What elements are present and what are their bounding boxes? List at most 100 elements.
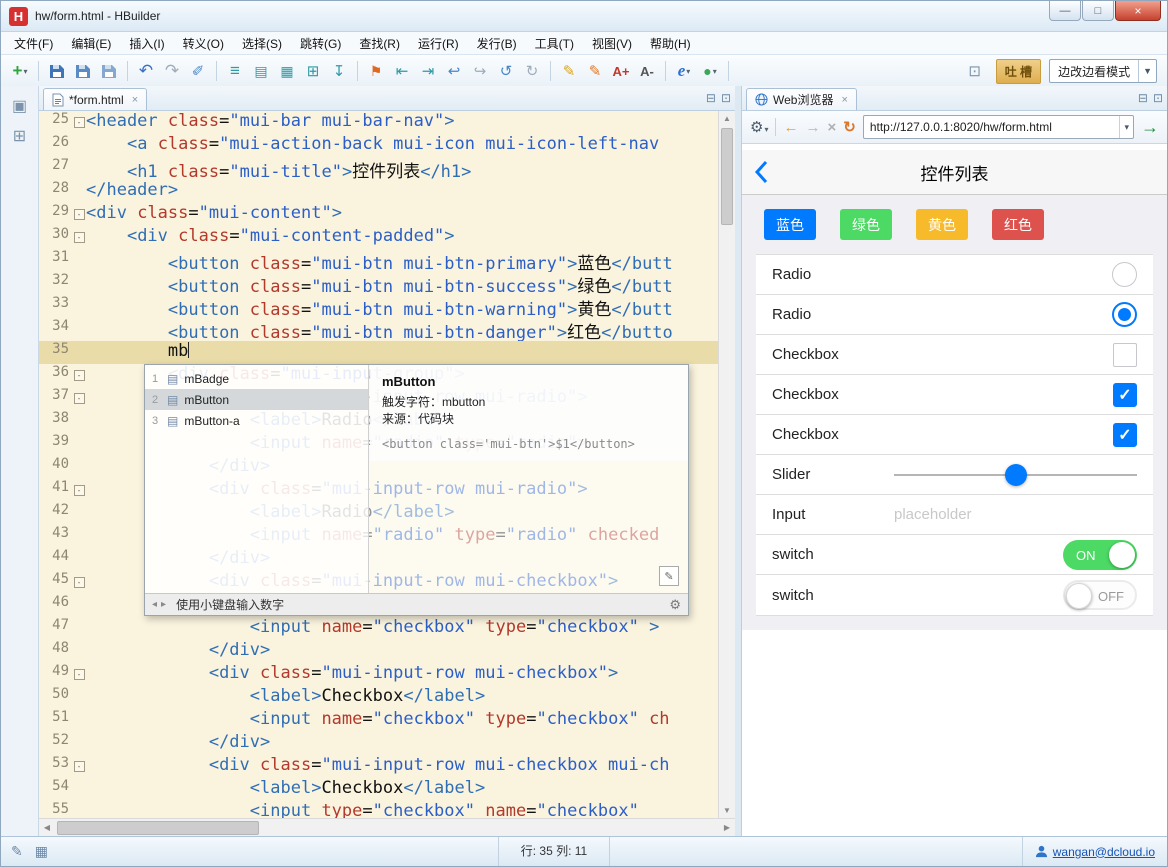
- tab-web-browser[interactable]: Web浏览器 ×: [746, 88, 857, 110]
- assist-next-icon[interactable]: ▸: [161, 599, 166, 610]
- font-decrease-button[interactable]: A-: [634, 59, 660, 83]
- scroll-up-icon[interactable]: ▲: [719, 111, 735, 126]
- radio-unchecked-control[interactable]: [1112, 262, 1137, 287]
- scroll-left-icon[interactable]: ◀: [39, 819, 55, 836]
- new-file-button[interactable]: +▾: [7, 59, 33, 83]
- url-dropdown-icon[interactable]: ▾: [1119, 116, 1133, 138]
- url-text[interactable]: http://127.0.0.1:8020/hw/form.html: [864, 120, 1120, 134]
- assist-settings-icon[interactable]: ⚙: [669, 597, 681, 613]
- maximize-panel-icon[interactable]: ⊡: [721, 91, 731, 105]
- color-button[interactable]: 红色: [992, 209, 1044, 240]
- menu-item[interactable]: 转义(O): [174, 33, 233, 54]
- account-link[interactable]: wangan@dcloud.io: [1022, 837, 1155, 866]
- menu-item[interactable]: 选择(S): [233, 33, 291, 54]
- reformat-button[interactable]: ✐: [185, 59, 211, 83]
- save-all-button[interactable]: [70, 59, 96, 83]
- code-line-text[interactable]: <div class="mui-input-row mui-checkbox m…: [86, 755, 718, 778]
- menu-item[interactable]: 编辑(E): [62, 33, 120, 54]
- chevron-down-icon[interactable]: ▾: [23, 67, 27, 76]
- chevron-down-icon[interactable]: ▾: [713, 67, 717, 76]
- code-line[interactable]: 54 <label>Checkbox</label>: [39, 778, 718, 801]
- assist-item[interactable]: 3▤mButton-a: [145, 410, 368, 431]
- status-note-icon[interactable]: ✎: [11, 843, 23, 860]
- code-line-text[interactable]: <div class="mui-input-row mui-checkbox">: [86, 663, 718, 686]
- fold-toggle-icon[interactable]: -: [72, 111, 86, 134]
- code-line[interactable]: 55 <input type="checkbox" name="checkbox…: [39, 801, 718, 818]
- scroll-right-icon[interactable]: ▶: [719, 819, 735, 836]
- code-line[interactable]: 35 mb: [39, 341, 718, 364]
- minimize-panel-icon[interactable]: ⊟: [1138, 91, 1148, 105]
- chevron-down-icon[interactable]: ▾: [686, 67, 690, 76]
- menu-item[interactable]: 帮助(H): [641, 33, 700, 54]
- code-line-text[interactable]: </div>: [86, 732, 718, 755]
- indent-decrease-button[interactable]: ⇤: [389, 59, 415, 83]
- browser-refresh-icon[interactable]: ↻: [843, 118, 856, 136]
- slider-control[interactable]: [894, 460, 1137, 490]
- assist-item[interactable]: 1▤mBadge: [145, 368, 368, 389]
- code-line-text[interactable]: <button class="mui-btn mui-btn-danger">红…: [86, 318, 718, 341]
- browser-go-icon[interactable]: →: [1141, 117, 1159, 138]
- text-input[interactable]: placeholder: [894, 506, 972, 524]
- page-back-icon[interactable]: [754, 160, 768, 189]
- panel-toggle-icon[interactable]: ▣: [12, 96, 27, 116]
- fold-toggle-icon[interactable]: -: [72, 226, 86, 249]
- save-as-button[interactable]: [96, 59, 122, 83]
- menu-item[interactable]: 视图(V): [583, 33, 641, 54]
- color-button[interactable]: 黄色: [916, 209, 968, 240]
- code-line-text[interactable]: <input type="checkbox" name="checkbox": [86, 801, 718, 818]
- checkbox-checked-control[interactable]: ✓: [1113, 383, 1137, 407]
- tooltip-panel-button[interactable]: ⊡: [962, 59, 988, 83]
- browser-settings-icon[interactable]: ⚙▾: [750, 118, 768, 136]
- fold-toggle-icon[interactable]: -: [72, 387, 86, 410]
- code-line-text[interactable]: <button class="mui-btn mui-btn-warning">…: [86, 295, 718, 318]
- insert-table-button[interactable]: ⊞: [300, 59, 326, 83]
- fold-toggle-icon[interactable]: -: [72, 364, 86, 387]
- code-line-text[interactable]: <button class="mui-btn mui-btn-primary">…: [86, 249, 718, 272]
- color-button[interactable]: 蓝色: [764, 209, 816, 240]
- code-line[interactable]: 27 <h1 class="mui-title">控件列表</h1>: [39, 157, 718, 180]
- code-line[interactable]: 34 <button class="mui-btn mui-btn-danger…: [39, 318, 718, 341]
- maximize-button[interactable]: □: [1082, 1, 1114, 21]
- maximize-panel-icon[interactable]: ⊡: [1153, 91, 1163, 105]
- browser-forward-icon[interactable]: →: [805, 119, 820, 136]
- code-line-text[interactable]: </header>: [86, 180, 718, 203]
- font-increase-button[interactable]: A+: [608, 59, 634, 83]
- chevron-down-icon[interactable]: ▼: [1138, 60, 1156, 82]
- edit-snippet-icon[interactable]: ✎: [659, 566, 679, 586]
- highlight-pen-button[interactable]: ✎: [556, 59, 582, 83]
- code-line[interactable]: 25-<header class="mui-bar mui-bar-nav">: [39, 111, 718, 134]
- code-line[interactable]: 50 <label>Checkbox</label>: [39, 686, 718, 709]
- code-line-text[interactable]: mb: [86, 341, 718, 364]
- color-pen-button[interactable]: ✎: [582, 59, 608, 83]
- editor-horizontal-scrollbar[interactable]: ◀ ▶: [39, 818, 735, 836]
- browser-back-icon[interactable]: ←: [783, 119, 798, 136]
- menu-item[interactable]: 工具(T): [526, 33, 583, 54]
- nav-forward-button[interactable]: ↪: [467, 59, 493, 83]
- menu-item[interactable]: 跳转(G): [291, 33, 350, 54]
- tab-close-icon[interactable]: ×: [132, 94, 138, 106]
- undo-button[interactable]: ↶: [133, 59, 159, 83]
- minimize-panel-icon[interactable]: ⊟: [706, 91, 716, 105]
- code-line[interactable]: 49- <div class="mui-input-row mui-checkb…: [39, 663, 718, 686]
- code-line[interactable]: 52 </div>: [39, 732, 718, 755]
- menu-item[interactable]: 发行(B): [468, 33, 526, 54]
- code-line[interactable]: 33 <button class="mui-btn mui-btn-warnin…: [39, 295, 718, 318]
- code-line-text[interactable]: <h1 class="mui-title">控件列表</h1>: [86, 157, 718, 180]
- menu-item[interactable]: 文件(F): [5, 33, 62, 54]
- scroll-down-icon[interactable]: ▼: [719, 803, 735, 818]
- feedback-button[interactable]: 吐 槽: [996, 59, 1041, 84]
- fold-toggle-icon[interactable]: -: [72, 663, 86, 686]
- status-tasks-icon[interactable]: ▦: [35, 843, 48, 860]
- code-line-text[interactable]: <input name="checkbox" type="checkbox" c…: [86, 709, 718, 732]
- color-button[interactable]: 绿色: [840, 209, 892, 240]
- radio-checked-control[interactable]: [1112, 302, 1137, 327]
- minimize-button[interactable]: —: [1049, 1, 1081, 21]
- run-in-ie-button[interactable]: e▾: [671, 59, 697, 83]
- insert-image-button[interactable]: ▤: [248, 59, 274, 83]
- code-line-text[interactable]: <label>Checkbox</label>: [86, 778, 718, 801]
- code-line[interactable]: 53- <div class="mui-input-row mui-checkb…: [39, 755, 718, 778]
- code-line[interactable]: 29-<div class="mui-content">: [39, 203, 718, 226]
- code-line[interactable]: 47 <input name="checkbox" type="checkbox…: [39, 617, 718, 640]
- run-in-chrome-button[interactable]: ●▾: [697, 59, 723, 83]
- code-line-text[interactable]: <header class="mui-bar mui-bar-nav">: [86, 111, 718, 134]
